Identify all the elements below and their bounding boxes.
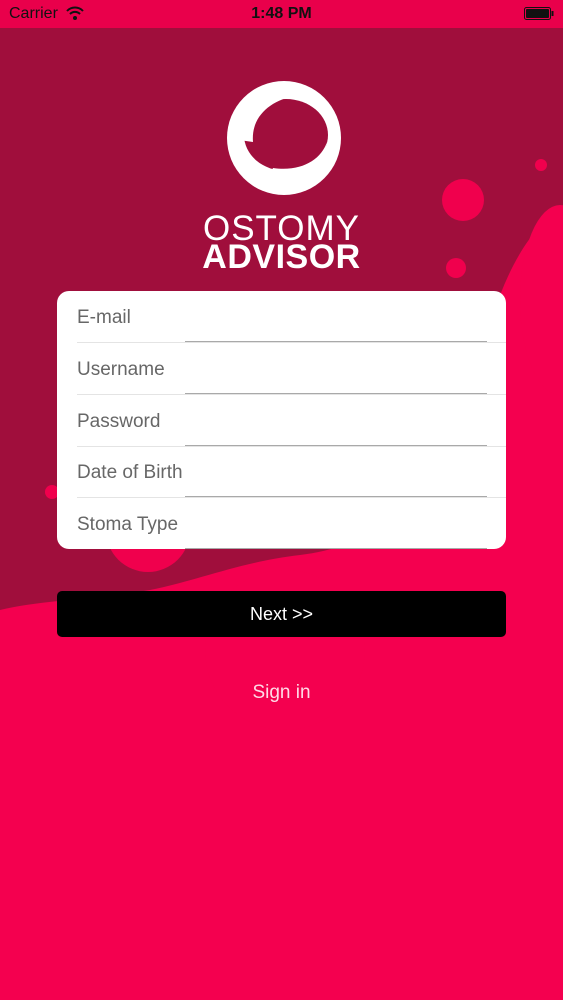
- email-label: E-mail: [77, 307, 131, 328]
- status-time: 1:48 PM: [251, 5, 312, 22]
- date-of-birth-field: Date of Birth: [77, 446, 506, 498]
- date-of-birth-input[interactable]: [185, 446, 487, 496]
- username-input[interactable]: [185, 343, 487, 393]
- logo-icon: [227, 81, 341, 195]
- password-label: Password: [77, 411, 161, 432]
- stoma-type-field: Stoma Type: [77, 498, 487, 549]
- brand-name-bottom: ADVISOR: [202, 238, 361, 276]
- signup-form: E-mail Username Password Date of Birth S…: [57, 291, 506, 549]
- signup-screen: Carrier 1:48 PM OSTOMY ADVISOR E-mail Us…: [0, 0, 563, 1000]
- password-field: Password: [77, 395, 506, 447]
- battery-icon: [524, 7, 554, 20]
- date-of-birth-label: Date of Birth: [77, 462, 183, 483]
- password-input[interactable]: [185, 395, 487, 445]
- stoma-type-input[interactable]: [185, 498, 487, 548]
- username-label: Username: [77, 359, 165, 380]
- stoma-type-label: Stoma Type: [77, 514, 179, 535]
- stoma-type-underline: [185, 548, 487, 549]
- username-field: Username: [77, 343, 506, 395]
- sign-in-link[interactable]: Sign in: [0, 682, 563, 704]
- email-input[interactable]: [185, 291, 487, 341]
- next-button[interactable]: Next >>: [57, 591, 506, 637]
- status-bar: Carrier 1:48 PM: [0, 0, 563, 28]
- email-field: E-mail: [77, 291, 506, 343]
